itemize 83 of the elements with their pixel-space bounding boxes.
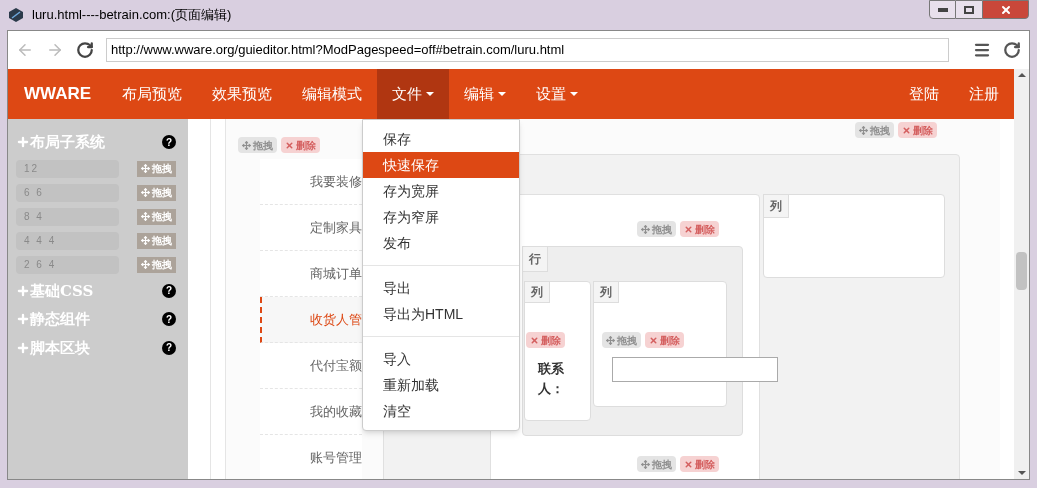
nav-link[interactable]: 登陆	[894, 82, 954, 106]
drag-button[interactable]: 拖拽	[637, 221, 676, 237]
maximize-button[interactable]	[956, 0, 982, 19]
move-icon	[141, 236, 150, 245]
input-field[interactable]	[612, 357, 778, 382]
drag-button[interactable]: 拖拽	[137, 232, 176, 249]
help-icon[interactable]: ?	[162, 283, 176, 298]
close-icon	[649, 335, 658, 345]
nav-tab[interactable]: 文件	[377, 69, 450, 119]
nav-tab[interactable]: 布局预览	[107, 69, 198, 119]
nav-list-item[interactable]: 收货人管	[260, 297, 362, 343]
drag-button[interactable]: 拖拽	[637, 456, 676, 472]
menu-item[interactable]: 导出	[363, 275, 519, 301]
scrollbar[interactable]	[1014, 69, 1029, 479]
close-icon	[530, 335, 539, 345]
minimize-button[interactable]	[929, 0, 956, 19]
column-tag: 列	[763, 194, 789, 218]
move-icon	[641, 224, 650, 234]
caret-icon	[498, 92, 507, 96]
forward-icon[interactable]	[46, 41, 64, 59]
menu-item[interactable]: 导入	[363, 346, 519, 372]
nav-tab[interactable]: 编辑模式	[287, 69, 378, 119]
move-icon	[641, 459, 650, 469]
drag-button[interactable]: 拖拽	[137, 184, 176, 201]
drag-button[interactable]: 拖拽	[137, 208, 176, 225]
help-icon[interactable]: ?	[162, 135, 176, 150]
menu-item[interactable]: 存为宽屏	[363, 178, 519, 204]
row-tag: 行	[522, 246, 548, 272]
menu-item[interactable]: 导出为HTML	[363, 301, 519, 327]
move-icon	[141, 164, 150, 173]
nav-tab[interactable]: 编辑	[449, 69, 522, 119]
move-icon	[141, 188, 150, 197]
menu-item[interactable]: 发布	[363, 230, 519, 256]
menu-item[interactable]: 清空	[363, 398, 519, 424]
menu-item[interactable]: 存为窄屏	[363, 204, 519, 230]
reload-icon[interactable]	[76, 41, 94, 59]
move-icon	[606, 335, 615, 345]
delete-button[interactable]: 删除	[645, 332, 684, 348]
nav-link[interactable]: 注册	[954, 82, 1014, 106]
delete-button[interactable]: 删除	[680, 221, 719, 237]
plus-icon[interactable]	[16, 340, 30, 355]
close-icon	[902, 125, 911, 135]
nav-list-item[interactable]: 账号管理	[260, 435, 362, 479]
caret-icon	[570, 92, 579, 96]
menu-item[interactable]: 快速保存	[363, 152, 519, 178]
close-icon	[684, 459, 693, 469]
browser-logo-icon	[8, 7, 24, 23]
nav-tab[interactable]: 设置	[521, 69, 594, 119]
help-icon[interactable]: ?	[162, 312, 176, 327]
plus-icon[interactable]	[16, 312, 30, 327]
close-icon	[684, 224, 693, 234]
help-icon[interactable]: ?	[162, 340, 176, 355]
brand-logo[interactable]: WWARE	[8, 81, 108, 107]
back-icon[interactable]	[16, 41, 34, 59]
move-icon	[141, 212, 150, 221]
drag-button[interactable]: 拖拽	[238, 137, 277, 153]
field-label: 联系人：	[538, 360, 565, 398]
close-icon	[285, 140, 294, 150]
column-tag: 列	[524, 281, 550, 303]
delete-button[interactable]: 删除	[898, 122, 937, 138]
menu-item[interactable]: 重新加载	[363, 372, 519, 398]
drag-button[interactable]: 拖拽	[137, 256, 176, 273]
close-icon	[999, 3, 1012, 16]
plus-icon[interactable]	[16, 135, 30, 150]
address-field[interactable]: http://www.wware.org/guieditor.html?ModPagespeed=off#betrain.com/luru.html	[106, 38, 949, 62]
drag-button[interactable]: 拖拽	[137, 160, 176, 177]
close-button[interactable]	[982, 0, 1029, 19]
column-tag: 列	[593, 281, 619, 303]
menu-icon[interactable]	[973, 41, 991, 59]
drag-button[interactable]: 拖拽	[855, 122, 894, 138]
delete-button[interactable]: 删除	[680, 456, 719, 472]
delete-button[interactable]: 删除	[281, 137, 320, 153]
menu-item[interactable]: 保存	[363, 126, 519, 152]
move-icon	[242, 140, 251, 150]
plus-icon[interactable]	[16, 283, 30, 298]
delete-button[interactable]: 删除	[526, 332, 565, 348]
drag-button[interactable]: 拖拽	[602, 332, 641, 348]
caret-icon	[426, 92, 435, 96]
move-icon	[141, 260, 150, 269]
move-icon	[859, 125, 868, 135]
window-title: luru.html----betrain.com:(页面编辑)	[32, 6, 232, 25]
reload-icon[interactable]	[1003, 41, 1021, 59]
nav-tab[interactable]: 效果预览	[197, 69, 288, 119]
